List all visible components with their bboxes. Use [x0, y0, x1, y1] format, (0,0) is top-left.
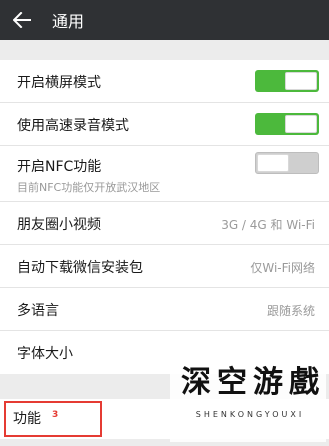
setting-label: 功能	[13, 411, 41, 427]
watermark-logo: 深 空 游 戲 SHENKONGYOUXI	[170, 350, 326, 442]
setting-language[interactable]: 多语言 跟随系统	[0, 288, 329, 331]
setting-value: 仅Wi-Fi网络	[250, 261, 315, 275]
setting-label: 开启NFC功能	[17, 159, 102, 175]
landscape-mode-toggle[interactable]	[255, 70, 319, 92]
watermark-chars: 深 空 游 戲	[180, 354, 320, 406]
setting-label: 朋友圈小视频	[17, 217, 101, 233]
page-title: 通用	[52, 12, 85, 31]
high-speed-recording-toggle[interactable]	[255, 113, 319, 135]
setting-label: 开启横屏模式	[17, 75, 101, 91]
watermark-char: 空	[217, 365, 247, 400]
back-button[interactable]	[2, 0, 42, 40]
watermark-char: 游	[253, 365, 283, 400]
watermark-subtitle: SHENKONGYOUXI	[195, 410, 305, 419]
setting-value: 3G / 4G 和 Wi-Fi	[221, 218, 315, 232]
watermark-char: 深	[181, 365, 211, 400]
top-bar: 通用	[0, 0, 329, 40]
setting-auto-download-installer[interactable]: 自动下载微信安装包 仅Wi-Fi网络	[0, 245, 329, 288]
settings-list: 开启横屏模式 使用高速录音模式 开启NFC功能 目前NFC功能仅开放武汉地区 朋…	[0, 60, 329, 374]
setting-description: 目前NFC功能仅开放武汉地区	[17, 181, 161, 194]
setting-moments-video[interactable]: 朋友圈小视频 3G / 4G 和 Wi-Fi	[0, 202, 329, 245]
setting-label: 字体大小	[17, 346, 73, 362]
annotation-number: 3	[52, 410, 59, 420]
setting-nfc: 开启NFC功能 目前NFC功能仅开放武汉地区	[0, 146, 329, 202]
setting-label: 自动下载微信安装包	[17, 260, 143, 276]
setting-label: 使用高速录音模式	[17, 118, 129, 134]
toggle-knob	[257, 154, 289, 172]
back-arrow-icon	[13, 12, 31, 28]
toggle-knob	[285, 115, 317, 133]
setting-high-speed-recording: 使用高速录音模式	[0, 103, 329, 146]
settings-screen: 通用 开启横屏模式 使用高速录音模式 开启NFC功能 目前NFC功能仅开放武汉地…	[0, 0, 329, 446]
setting-landscape-mode: 开启横屏模式	[0, 60, 329, 103]
setting-value: 跟随系统	[266, 304, 315, 318]
watermark-char: 戲	[289, 365, 319, 400]
nfc-toggle[interactable]	[255, 152, 319, 174]
setting-label: 多语言	[17, 303, 59, 319]
toggle-knob	[285, 72, 317, 90]
